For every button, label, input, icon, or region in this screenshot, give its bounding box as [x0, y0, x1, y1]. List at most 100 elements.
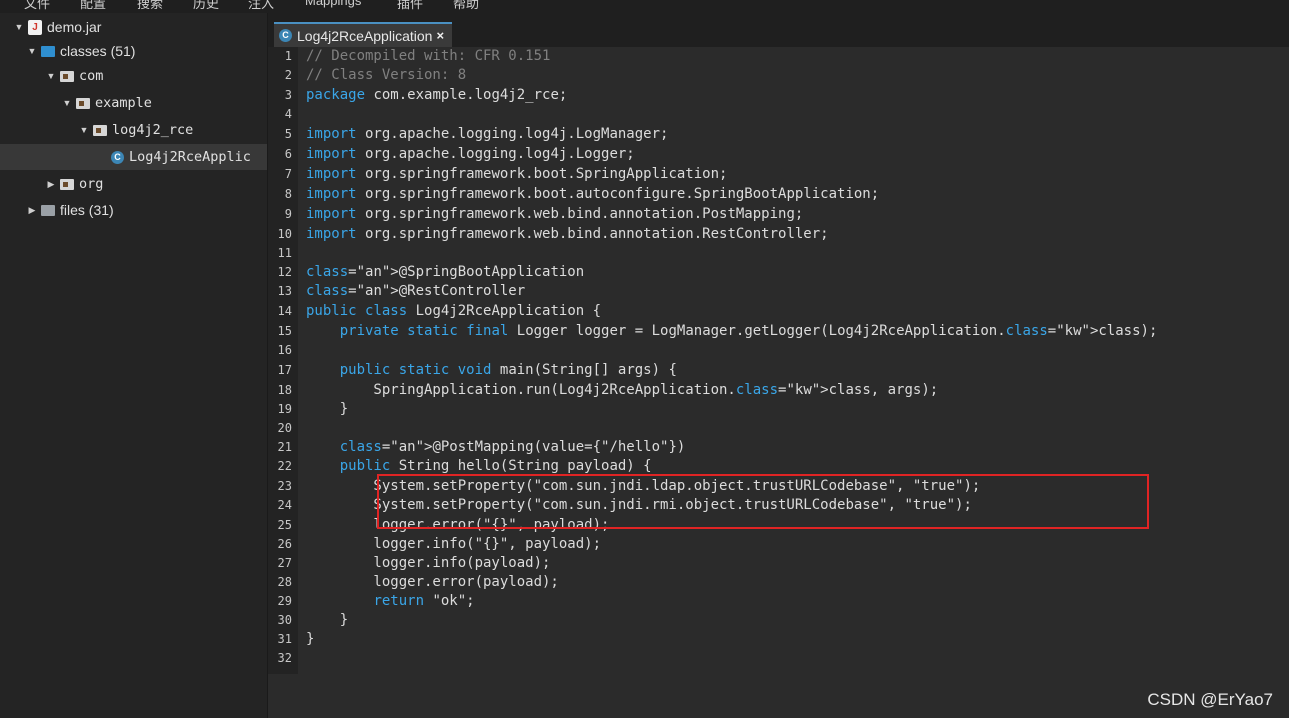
- folder-icon: [41, 204, 55, 216]
- tree-item-com[interactable]: ▼ com: [0, 63, 267, 89]
- package-icon: [60, 178, 74, 190]
- line-number: 12: [277, 265, 292, 279]
- chevron-down-icon[interactable]: ▼: [61, 98, 73, 108]
- line-number: 24: [277, 498, 292, 512]
- code-text: // Decompiled with: CFR 0.151: [306, 48, 551, 64]
- line-number: 27: [277, 556, 292, 570]
- menu-bar: 文件 配置 搜索 历史 注入 Mappings 插件 帮助: [0, 0, 1289, 13]
- line-number: 16: [277, 343, 292, 357]
- line-number: 3: [284, 88, 292, 102]
- code-text: public String hello(String payload) {: [339, 458, 652, 474]
- menu-plugins[interactable]: 插件: [397, 0, 423, 12]
- line-number: 13: [277, 284, 292, 298]
- tree-item-example[interactable]: ▼ example: [0, 90, 267, 116]
- menu-search[interactable]: 搜索: [137, 0, 163, 12]
- tab-bar: C Log4j2RceApplication ×: [268, 13, 1289, 47]
- code-text: System.setProperty("com.sun.jndi.ldap.ob…: [306, 478, 981, 494]
- tree-label: com: [79, 68, 104, 84]
- tree-item-log4j2-rce[interactable]: ▼ log4j2_rce: [0, 117, 267, 143]
- tree-label: Log4j2RceApplic: [129, 149, 251, 165]
- tree-item-classes[interactable]: ▼ classes (51): [0, 38, 267, 64]
- code-text: import org.springframework.boot.autoconf…: [306, 186, 880, 202]
- line-number: 32: [277, 651, 292, 665]
- tree-label: log4j2_rce: [112, 122, 194, 138]
- close-icon[interactable]: ×: [436, 28, 444, 43]
- tab-log4j2rceapplication[interactable]: C Log4j2RceApplication ×: [274, 22, 452, 47]
- jar-icon: J: [28, 19, 42, 35]
- code-text: import org.springframework.boot.SpringAp…: [306, 166, 728, 182]
- watermark: CSDN @ErYao7: [1147, 690, 1273, 709]
- tree-item-demo-jar[interactable]: ▼ J demo.jar: [0, 14, 267, 40]
- menu-history[interactable]: 历史: [193, 0, 219, 12]
- line-number: 11: [277, 246, 292, 260]
- code-text: }: [306, 612, 349, 628]
- line-number: 9: [284, 207, 292, 221]
- code-text: package com.example.log4j2_rce;: [306, 87, 568, 103]
- code-text: import org.apache.logging.log4j.Logger;: [306, 146, 635, 162]
- tree-item-org[interactable]: ▶ org: [0, 171, 267, 197]
- line-number: 19: [277, 402, 292, 416]
- package-icon: [60, 70, 74, 82]
- chevron-down-icon[interactable]: ▼: [13, 22, 25, 32]
- menu-config[interactable]: 配置: [80, 0, 106, 12]
- line-number: 2: [284, 68, 292, 82]
- menu-help[interactable]: 帮助: [453, 0, 479, 12]
- tree-label: demo.jar: [47, 19, 102, 35]
- line-number: 23: [277, 479, 292, 493]
- tree-item-log4j2rceapplication[interactable]: C Log4j2RceApplic: [0, 144, 267, 170]
- package-icon: [76, 97, 90, 109]
- line-number: 5: [284, 127, 292, 141]
- code-text: System.setProperty("com.sun.jndi.rmi.obj…: [306, 497, 972, 513]
- line-number: 6: [284, 147, 292, 161]
- line-number: 28: [277, 575, 292, 589]
- chevron-down-icon[interactable]: ▼: [78, 125, 90, 135]
- code-text: logger.info("{}", payload);: [306, 536, 602, 552]
- line-number: 1: [284, 49, 292, 63]
- line-number: 18: [277, 383, 292, 397]
- code-text: return "ok";: [373, 593, 475, 609]
- line-number: 29: [277, 594, 292, 608]
- code-text: public class Log4j2RceApplication {: [306, 303, 602, 319]
- chevron-down-icon[interactable]: ▼: [45, 71, 57, 81]
- line-number: 22: [277, 459, 292, 473]
- file-tree: ▼ J demo.jar ▼ classes (51) ▼ com ▼ exam…: [0, 13, 268, 718]
- code-editor[interactable]: 1 // Decompiled with: CFR 0.151 2 // Class …: [268, 47, 1289, 718]
- code-text: logger.info(payload);: [306, 555, 551, 571]
- folder-icon: [41, 45, 55, 57]
- line-number: 8: [284, 187, 292, 201]
- chevron-right-icon[interactable]: ▶: [45, 179, 57, 190]
- line-number: 25: [277, 518, 292, 532]
- chevron-right-icon[interactable]: ▶: [26, 205, 38, 216]
- tree-label: files (31): [60, 202, 114, 218]
- code-text: public static void main(String[] args) {: [339, 362, 677, 378]
- menu-file[interactable]: 文件: [24, 0, 50, 12]
- tab-label: Log4j2RceApplication: [297, 27, 433, 44]
- code-text: private static final Logger logger = Log…: [339, 323, 1158, 339]
- code-text: class="an">@PostMapping(value={"/hello"}…: [339, 439, 686, 455]
- menu-inject[interactable]: 注入: [248, 0, 274, 12]
- line-number: 31: [277, 632, 292, 646]
- code-text: class="an">@SpringBootApplication: [306, 264, 585, 280]
- tree-label: org: [79, 176, 104, 192]
- code-text: class="an">@RestController: [306, 283, 526, 299]
- menu-mappings[interactable]: Mappings: [305, 0, 361, 8]
- code-text: import org.springframework.web.bind.anno…: [306, 226, 829, 242]
- line-number: 14: [277, 304, 292, 318]
- code-text: // Class Version: 8: [306, 67, 467, 83]
- chevron-down-icon[interactable]: ▼: [26, 46, 38, 56]
- tree-item-files[interactable]: ▶ files (31): [0, 197, 267, 223]
- code-text: SpringApplication.run(Log4j2RceApplicati…: [306, 382, 939, 398]
- class-icon: C: [111, 150, 124, 164]
- code-text: import org.apache.logging.log4j.LogManag…: [306, 126, 669, 142]
- line-number: 21: [277, 440, 292, 454]
- tree-label: classes (51): [60, 43, 136, 59]
- package-icon: [93, 124, 107, 136]
- line-number: 15: [277, 324, 292, 338]
- line-number: 26: [277, 537, 292, 551]
- line-number: 10: [277, 227, 292, 241]
- code-text: import org.springframework.web.bind.anno…: [306, 206, 804, 222]
- line-number: 30: [277, 613, 292, 627]
- code-text: logger.error("{}", payload);: [306, 517, 610, 533]
- code-text: }: [306, 631, 315, 647]
- code-text: logger.error(payload);: [306, 574, 559, 590]
